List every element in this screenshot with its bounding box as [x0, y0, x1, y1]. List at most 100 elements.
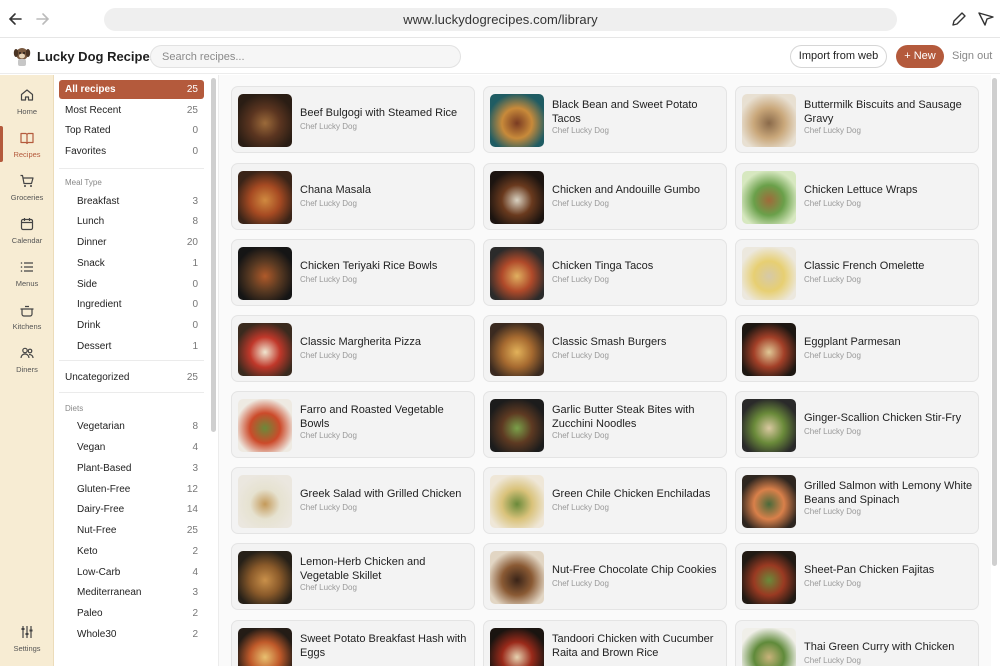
recipe-title[interactable]: Classic Smash Burgers	[552, 335, 722, 349]
recipe-thumbnail[interactable]	[742, 323, 796, 376]
recipe-title[interactable]: Green Chile Chicken Enchiladas	[552, 487, 722, 501]
recipe-thumbnail[interactable]	[742, 94, 796, 147]
recipe-title[interactable]: Chicken Tinga Tacos	[552, 259, 722, 273]
diet-keto[interactable]: Keto 2	[59, 542, 204, 561]
recipe-thumbnail[interactable]	[238, 399, 292, 452]
recipe-thumbnail[interactable]	[490, 94, 544, 147]
recipe-thumbnail[interactable]	[490, 551, 544, 604]
recipe-title[interactable]: Buttermilk Biscuits and Sausage Gravy	[804, 98, 974, 126]
recipe-card[interactable]: Green Chile Chicken Enchiladas Chef Lucky…	[483, 467, 727, 534]
rail-item-menus[interactable]: Menus	[0, 259, 54, 299]
recipe-title[interactable]: Chicken Teriyaki Rice Bowls	[300, 259, 470, 273]
category-favorites[interactable]: Favorites 0	[59, 142, 204, 161]
category-ingredient[interactable]: Ingredient 0	[59, 295, 204, 314]
category-most-recent[interactable]: Most Recent 25	[59, 101, 204, 120]
category-uncategorized[interactable]: Uncategorized 25	[59, 368, 204, 387]
recipe-title[interactable]: Nut-Free Chocolate Chip Cookies	[552, 563, 722, 577]
recipe-card[interactable]: Thai Green Curry with Chicken Chef Lucky …	[735, 620, 979, 666]
search-input[interactable]	[150, 45, 461, 68]
recipe-title[interactable]: Eggplant Parmesan	[804, 335, 974, 349]
recipe-card[interactable]: Classic French Omelette Chef Lucky Dog	[735, 239, 979, 306]
back-arrow-icon[interactable]	[6, 9, 26, 29]
diet-vegan[interactable]: Vegan 4	[59, 438, 204, 457]
recipe-thumbnail[interactable]	[490, 399, 544, 452]
recipe-thumbnail[interactable]	[742, 171, 796, 224]
recipe-card[interactable]: Black Bean and Sweet Potato Tacos Chef Lu…	[483, 86, 727, 153]
new-recipe-button[interactable]: + New	[896, 45, 944, 68]
diet-whole30[interactable]: Whole30 2	[59, 625, 204, 644]
category-dinner[interactable]: Dinner 20	[59, 233, 204, 252]
recipe-thumbnail[interactable]	[490, 171, 544, 224]
diet-nut-free[interactable]: Nut-Free 25	[59, 521, 204, 540]
category-side[interactable]: Side 0	[59, 275, 204, 294]
recipe-card[interactable]: Sheet-Pan Chicken Fajitas Chef Lucky Dog	[735, 543, 979, 610]
diet-gluten-free[interactable]: Gluten-Free 12	[59, 480, 204, 499]
recipe-title[interactable]: Tandoori Chicken with Cucumber Raita and…	[552, 632, 722, 660]
recipe-title[interactable]: Greek Salad with Grilled Chicken	[300, 487, 470, 501]
recipe-thumbnail[interactable]	[490, 475, 544, 528]
recipe-card[interactable]: Ginger-Scallion Chicken Stir-Fry Chef Luc…	[735, 391, 979, 458]
recipe-title[interactable]: Thai Green Curry with Chicken	[804, 640, 974, 654]
recipe-title[interactable]: Grilled Salmon with Lemony White Beans a…	[804, 479, 974, 507]
category-top-rated[interactable]: Top Rated 0	[59, 121, 204, 140]
recipe-title[interactable]: Chicken and Andouille Gumbo	[552, 183, 722, 197]
recipe-thumbnail[interactable]	[490, 323, 544, 376]
recipe-card[interactable]: Classic Smash Burgers Chef Lucky Dog	[483, 315, 727, 382]
recipe-thumbnail[interactable]	[490, 628, 544, 666]
recipe-card[interactable]: Grilled Salmon with Lemony White Beans a…	[735, 467, 979, 534]
recipe-title[interactable]: Farro and Roasted Vegetable Bowls	[300, 403, 470, 431]
recipe-thumbnail[interactable]	[742, 247, 796, 300]
rail-item-settings[interactable]: Settings	[0, 624, 54, 664]
recipe-title[interactable]: Lemon-Herb Chicken and Vegetable Skillet	[300, 555, 470, 583]
recipe-thumbnail[interactable]	[238, 323, 292, 376]
diet-dairy-free[interactable]: Dairy-Free 14	[59, 500, 204, 519]
recipe-title[interactable]: Sheet-Pan Chicken Fajitas	[804, 563, 974, 577]
recipe-card[interactable]: Garlic Butter Steak Bites with Zucchini …	[483, 391, 727, 458]
recipe-card[interactable]: Sweet Potato Breakfast Hash with Eggs	[231, 620, 475, 666]
recipe-title[interactable]: Chicken Lettuce Wraps	[804, 183, 974, 197]
forward-arrow-icon[interactable]	[32, 9, 52, 29]
import-from-web-button[interactable]: Import from web	[790, 45, 887, 68]
recipe-card[interactable]: Classic Margherita Pizza Chef Lucky Dog	[231, 315, 475, 382]
rail-item-calendar[interactable]: Calendar	[0, 216, 54, 256]
recipe-card[interactable]: Chicken Teriyaki Rice Bowls Chef Lucky Do…	[231, 239, 475, 306]
recipe-title[interactable]: Classic French Omelette	[804, 259, 974, 273]
recipe-card[interactable]: Chana Masala Chef Lucky Dog	[231, 163, 475, 230]
recipe-card[interactable]: Lemon-Herb Chicken and Vegetable Skillet…	[231, 543, 475, 610]
rail-item-recipes[interactable]: Recipes	[0, 126, 54, 170]
recipe-card[interactable]: Chicken Lettuce Wraps Chef Lucky Dog	[735, 163, 979, 230]
recipe-title[interactable]: Beef Bulgogi with Steamed Rice	[300, 106, 470, 120]
recipe-thumbnail[interactable]	[742, 475, 796, 528]
recipe-thumbnail[interactable]	[238, 475, 292, 528]
diet-paleo[interactable]: Paleo 2	[59, 604, 204, 623]
diet-plant-based[interactable]: Plant-Based 3	[59, 459, 204, 478]
rail-item-groceries[interactable]: Groceries	[0, 173, 54, 213]
recipe-title[interactable]: Ginger-Scallion Chicken Stir-Fry	[804, 411, 974, 425]
recipe-card[interactable]: Tandoori Chicken with Cucumber Raita and…	[483, 620, 727, 666]
recipe-title[interactable]: Black Bean and Sweet Potato Tacos	[552, 98, 722, 126]
recipe-card[interactable]: Beef Bulgogi with Steamed Rice Chef Lucky…	[231, 86, 475, 153]
address-bar[interactable]: www.luckydogrecipes.com/library	[104, 8, 897, 31]
recipe-card[interactable]: Eggplant Parmesan Chef Lucky Dog	[735, 315, 979, 382]
pen-icon[interactable]	[949, 9, 969, 29]
recipe-thumbnail[interactable]	[742, 551, 796, 604]
recipe-card[interactable]: Chicken Tinga Tacos Chef Lucky Dog	[483, 239, 727, 306]
recipe-thumbnail[interactable]	[238, 94, 292, 147]
rail-item-home[interactable]: Home	[0, 87, 54, 127]
recipe-card[interactable]: Farro and Roasted Vegetable Bowls Chef Lu…	[231, 391, 475, 458]
category-dessert[interactable]: Dessert 1	[59, 337, 204, 356]
diet-vegetarian[interactable]: Vegetarian 8	[59, 417, 204, 436]
recipe-thumbnail[interactable]	[238, 171, 292, 224]
recipe-card[interactable]: Chicken and Andouille Gumbo Chef Lucky Do…	[483, 163, 727, 230]
sign-out-link[interactable]: Sign out	[952, 50, 992, 62]
recipe-thumbnail[interactable]	[238, 628, 292, 666]
diet-low-carb[interactable]: Low-Carb 4	[59, 563, 204, 582]
recipe-title[interactable]: Chana Masala	[300, 183, 470, 197]
recipe-thumbnail[interactable]	[238, 247, 292, 300]
recipe-thumbnail[interactable]	[490, 247, 544, 300]
recipe-thumbnail[interactable]	[742, 399, 796, 452]
recipe-title[interactable]: Classic Margherita Pizza	[300, 335, 470, 349]
sidebar-scrollbar[interactable]	[211, 78, 216, 432]
rail-item-diners[interactable]: Diners	[0, 345, 54, 385]
category-breakfast[interactable]: Breakfast 3	[59, 192, 204, 211]
